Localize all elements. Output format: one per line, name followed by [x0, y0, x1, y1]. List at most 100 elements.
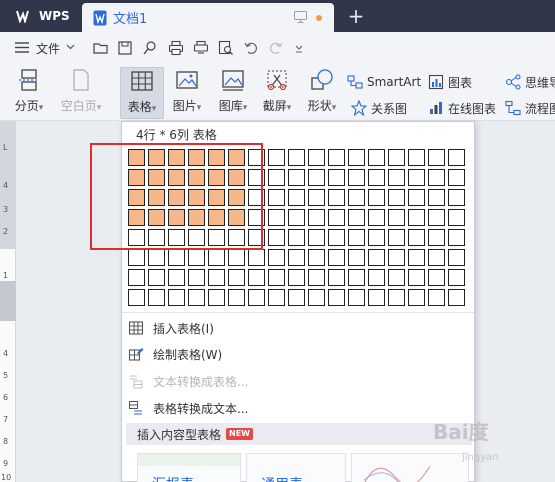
grid-cell[interactable] [368, 149, 385, 166]
grid-cell[interactable] [388, 249, 405, 266]
grid-cell[interactable] [348, 289, 365, 306]
grid-cell[interactable] [368, 209, 385, 226]
grid-cell[interactable] [388, 189, 405, 206]
content-table-thumbnail[interactable]: 汇报表 [137, 453, 241, 482]
save-icon[interactable] [117, 40, 133, 56]
grid-cell[interactable] [348, 169, 365, 186]
grid-cell[interactable] [148, 269, 165, 286]
print-preview-icon[interactable] [193, 40, 209, 56]
grid-cell[interactable] [448, 249, 465, 266]
grid-cell[interactable] [408, 249, 425, 266]
grid-cell[interactable] [448, 289, 465, 306]
grid-cell[interactable] [188, 289, 205, 306]
grid-cell[interactable] [128, 249, 145, 266]
grid-cell[interactable] [268, 169, 285, 186]
grid-cell[interactable] [408, 269, 425, 286]
grid-cell[interactable] [388, 229, 405, 246]
grid-cell[interactable] [428, 169, 445, 186]
grid-cell[interactable] [388, 269, 405, 286]
redo-icon[interactable] [268, 40, 284, 56]
grid-cell[interactable] [168, 269, 185, 286]
flowchart-button[interactable]: 流程图 [505, 98, 555, 118]
grid-cell[interactable] [428, 229, 445, 246]
grid-cell[interactable] [348, 189, 365, 206]
undo-icon[interactable] [243, 40, 259, 56]
grid-cell[interactable] [168, 249, 185, 266]
open-folder-icon[interactable] [93, 40, 109, 56]
grid-cell[interactable] [348, 209, 365, 226]
grid-cell[interactable] [208, 289, 225, 306]
format-painter-icon[interactable] [142, 40, 158, 56]
app-tab-wps[interactable]: WPS [0, 0, 78, 32]
relation-diagram-button[interactable]: 关系图 [351, 98, 407, 118]
grid-cell[interactable] [148, 289, 165, 306]
find-icon[interactable] [218, 40, 234, 56]
screenshot-button[interactable]: 截屏▾ [257, 67, 297, 119]
grid-cell[interactable] [408, 189, 425, 206]
grid-cell[interactable] [188, 249, 205, 266]
grid-cell[interactable] [248, 249, 265, 266]
grid-cell[interactable] [288, 289, 305, 306]
text-to-table-item[interactable]: 文本转换成表格... [128, 369, 468, 393]
print-icon[interactable] [168, 40, 184, 56]
chart-button[interactable]: 图表 [428, 72, 472, 92]
file-menu[interactable]: 文件 [36, 40, 60, 57]
draw-table-item[interactable]: 绘制表格(W) [128, 342, 468, 366]
gallery-button[interactable]: 图库▾ [212, 67, 254, 119]
grid-cell[interactable] [288, 229, 305, 246]
grid-cell[interactable] [408, 229, 425, 246]
grid-cell[interactable] [128, 289, 145, 306]
grid-cell[interactable] [408, 149, 425, 166]
grid-cell[interactable] [428, 249, 445, 266]
shapes-button[interactable]: 形状▾ [302, 67, 342, 119]
grid-cell[interactable] [428, 189, 445, 206]
grid-cell[interactable] [248, 289, 265, 306]
grid-cell[interactable] [288, 209, 305, 226]
grid-cell[interactable] [428, 149, 445, 166]
grid-cell[interactable] [348, 249, 365, 266]
grid-cell[interactable] [408, 209, 425, 226]
grid-cell[interactable] [268, 289, 285, 306]
file-menu-caret-icon[interactable] [66, 42, 75, 51]
grid-cell[interactable] [268, 149, 285, 166]
grid-cell[interactable] [168, 289, 185, 306]
grid-cell[interactable] [448, 269, 465, 286]
picture-button[interactable]: 图片▾ [168, 67, 206, 119]
grid-cell[interactable] [388, 289, 405, 306]
grid-cell[interactable] [368, 249, 385, 266]
grid-cell[interactable] [288, 269, 305, 286]
monitor-icon[interactable] [294, 11, 307, 23]
grid-cell[interactable] [288, 169, 305, 186]
grid-cell[interactable] [208, 249, 225, 266]
grid-cell[interactable] [448, 229, 465, 246]
grid-cell[interactable] [308, 209, 325, 226]
grid-cell[interactable] [208, 269, 225, 286]
mindmap-button[interactable]: 思维导 [505, 72, 555, 92]
grid-cell[interactable] [388, 209, 405, 226]
grid-cell[interactable] [308, 149, 325, 166]
new-tab-button[interactable]: + [346, 5, 366, 27]
grid-cell[interactable] [368, 189, 385, 206]
grid-cell[interactable] [268, 209, 285, 226]
grid-cell[interactable] [368, 169, 385, 186]
blank-page-button[interactable]: 空白页▾ [56, 67, 106, 119]
grid-cell[interactable] [408, 169, 425, 186]
grid-cell[interactable] [288, 149, 305, 166]
grid-cell[interactable] [428, 209, 445, 226]
grid-cell[interactable] [388, 169, 405, 186]
table-to-text-item[interactable]: 表格转换成文本... [128, 396, 468, 420]
content-table-thumbnail[interactable]: 通用表 [246, 453, 346, 482]
grid-cell[interactable] [308, 169, 325, 186]
grid-cell[interactable] [268, 189, 285, 206]
grid-cell[interactable] [288, 249, 305, 266]
grid-cell[interactable] [368, 269, 385, 286]
hamburger-menu-icon[interactable] [15, 42, 29, 53]
customize-caret-icon[interactable] [294, 40, 304, 56]
grid-cell[interactable] [228, 269, 245, 286]
grid-cell[interactable] [348, 149, 365, 166]
grid-cell[interactable] [228, 289, 245, 306]
page-break-button[interactable]: 分页▾ [10, 67, 48, 119]
grid-cell[interactable] [328, 189, 345, 206]
grid-cell[interactable] [188, 269, 205, 286]
grid-cell[interactable] [388, 149, 405, 166]
